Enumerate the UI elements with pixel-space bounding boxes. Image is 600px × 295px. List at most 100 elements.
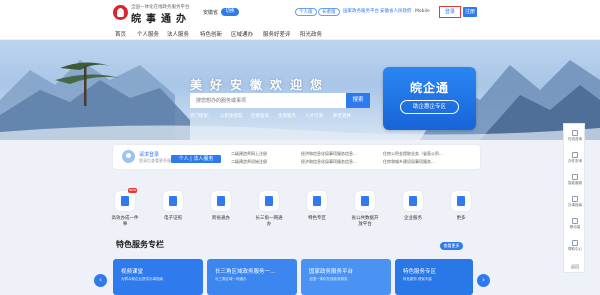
register-button[interactable]: 注册 [463, 7, 477, 17]
guide-icon [572, 196, 578, 202]
card-subtitle: 全国一体化在线政务服务 [309, 277, 348, 281]
service-label: 特色专区 [308, 216, 326, 221]
notice-item[interactable]: 住房公积金提取业务（省直公积... [383, 151, 443, 157]
service-open-data[interactable]: 省公共数据开放平台 [351, 191, 379, 228]
search-button[interactable]: 搜索 [346, 93, 370, 108]
search-input[interactable] [190, 93, 346, 108]
hot-word-2[interactable]: 社保查询 [251, 113, 269, 119]
service-efficient[interactable]: NEW 高效办成一件事 [111, 188, 139, 228]
page: 全国一体化在线政务服务平台 皖事通办 安徽省 切换 个人版 长者版 国家政务服务… [0, 0, 600, 295]
service-more[interactable]: 更多 [447, 191, 475, 222]
user-info-strip: 请求登录 登录后查看更多服务 个人 | 法人服务 二级建造师网上注册 经济和信息… [113, 145, 480, 169]
nav-home[interactable]: 首页 [115, 30, 126, 38]
personal-version-link[interactable]: 个人版 [295, 8, 317, 16]
user-type-tab[interactable]: 个人 | 法人服务 [171, 155, 221, 163]
rail-label: 在线咨询 [568, 137, 582, 141]
logo-title[interactable]: 皖事通办 [131, 10, 191, 25]
card-title: 国家政务服务平台 [309, 269, 354, 275]
notice-item[interactable]: 住房和城乡建设局事项服务... [383, 159, 435, 165]
rail-consult[interactable]: 在线咨询 [564, 130, 586, 142]
service-cross-province[interactable]: 跨省通办 [207, 191, 235, 222]
main-nav: 首页 个人服务 法人服务 特色创新 区域通办 服务好差评 阳光政务 [0, 27, 600, 40]
rail-guide[interactable]: 办事指南 [564, 196, 586, 208]
service-label: 省公共数据开放平台 [351, 216, 379, 227]
rail-label: 智能客服 [568, 181, 582, 185]
notice-item[interactable]: 二级建造师初始注册 [231, 159, 267, 165]
card-subtitle: 特色服务 便民利民 [403, 277, 433, 281]
rail-query[interactable]: 办件查询 [564, 152, 586, 164]
region-switch-button[interactable]: 切换 [221, 8, 239, 16]
service-icon [211, 191, 231, 211]
service-e-license[interactable]: 电子证照 [159, 191, 187, 222]
notice-item[interactable]: 经济和信息化局事项服务信息... [301, 151, 357, 157]
service-icon: NEW [115, 188, 137, 211]
featured-card[interactable]: 国家政务服务平台 全国一体化在线政务服务 [301, 259, 391, 295]
notice-item[interactable]: 经济和信息化局事项服务信息... [301, 159, 357, 165]
service-yangtze-delta[interactable]: 长三角一网通办 [255, 191, 283, 228]
nav-feature[interactable]: 特色创新 [200, 30, 222, 38]
featured-title: 特色服务专栏 [116, 240, 164, 249]
promo-card[interactable]: 皖企通 助企惠企专区 [383, 67, 476, 130]
hot-word-3[interactable]: 生育服务 [278, 113, 296, 119]
hero-title: 美好安徽欢迎您 [190, 78, 331, 92]
nav-personal[interactable]: 个人服务 [137, 30, 159, 38]
service-label: 跨省通办 [212, 216, 230, 221]
card-subtitle: 长三角区域一网通办 [215, 277, 247, 281]
service-icon [163, 191, 183, 211]
login-prompt[interactable]: 请求登录 [139, 151, 159, 158]
service-label: 长三角一网通办 [255, 216, 283, 227]
logo-icon[interactable] [113, 5, 128, 20]
hot-word-1[interactable]: 公积金提取 [220, 113, 243, 119]
nav-review[interactable]: 服务好差评 [263, 30, 291, 38]
card-title: 特色服务专区 [403, 269, 437, 275]
carousel-prev-button[interactable]: ‹ [94, 274, 107, 287]
promo-title: 皖企通 [409, 81, 449, 95]
service-label: 企业服务 [404, 216, 422, 221]
service-icon [451, 191, 471, 211]
nav-transparency[interactable]: 阳光政务 [300, 30, 322, 38]
card-title: 长三角区域政务服务一... [215, 269, 276, 275]
featured-card[interactable]: 特色服务专区 特色服务 便民利民 [395, 259, 473, 295]
service-label: 更多 [456, 216, 466, 221]
carousel-next-button[interactable]: › [477, 274, 490, 287]
mobile-link[interactable]: Mobile [415, 8, 430, 16]
nav-corporate[interactable]: 法人服务 [167, 30, 189, 38]
robot-icon [572, 174, 578, 180]
rail-label: 办件查询 [568, 159, 582, 163]
rail-label: 移动端 [569, 225, 581, 229]
featured-card[interactable]: 长三角区域政务服务一... 长三角区域一网通办 [207, 259, 297, 295]
featured-card[interactable]: 视频课堂 为群众和企业提供办事指南 [113, 259, 203, 295]
featured-more-button[interactable]: 查看更多 [440, 242, 463, 250]
national-platform-link[interactable]: 国家政务服务平台 [343, 8, 379, 16]
hot-word-4[interactable]: 人才引进 [305, 113, 323, 119]
login-hint: 登录后查看更多服务 [139, 158, 175, 163]
service-icon [259, 191, 279, 211]
chat-icon [572, 130, 578, 136]
new-badge: NEW [128, 188, 137, 193]
nav-regional[interactable]: 区域通办 [231, 30, 253, 38]
service-label: 电子证照 [164, 216, 182, 221]
region-label: 安徽省 [203, 10, 219, 16]
top-header: 全国一体化在线政务服务平台 皖事通办 安徽省 切换 个人版 长者版 国家政务服务… [0, 0, 600, 27]
login-button[interactable]: 登录 [439, 6, 461, 18]
back-to-top-button[interactable]: 返回 [564, 264, 586, 270]
hot-search-label: 热门搜索： [190, 114, 213, 119]
service-icon [403, 191, 423, 211]
avatar[interactable] [122, 150, 135, 163]
promo-button[interactable]: 助企惠企专区 [400, 100, 459, 114]
service-feature-zone[interactable]: 特色专区 [303, 191, 331, 222]
hot-word-5[interactable]: 养老退休 [333, 113, 351, 119]
gov-link[interactable]: 安徽省人民政府 [380, 8, 412, 16]
right-toolbar: 在线咨询 办件查询 智能客服 办事指南 移动端 帮助中心 返回 [563, 123, 585, 273]
card-title: 视频课堂 [121, 269, 144, 275]
card-subtitle: 为群众和企业提供办事指南 [121, 277, 163, 281]
rail-bot[interactable]: 智能客服 [564, 174, 586, 186]
service-icon [307, 191, 327, 211]
search-doc-icon [572, 152, 578, 158]
rail-label: 办事指南 [568, 203, 582, 207]
service-enterprise[interactable]: 企业服务 [399, 191, 427, 222]
elder-version-link[interactable]: 长者版 [318, 8, 340, 16]
rail-help[interactable]: 帮助中心 [564, 240, 586, 252]
notice-item[interactable]: 二级建造师网上注册 [231, 151, 267, 157]
rail-mobile[interactable]: 移动端 [564, 218, 586, 230]
